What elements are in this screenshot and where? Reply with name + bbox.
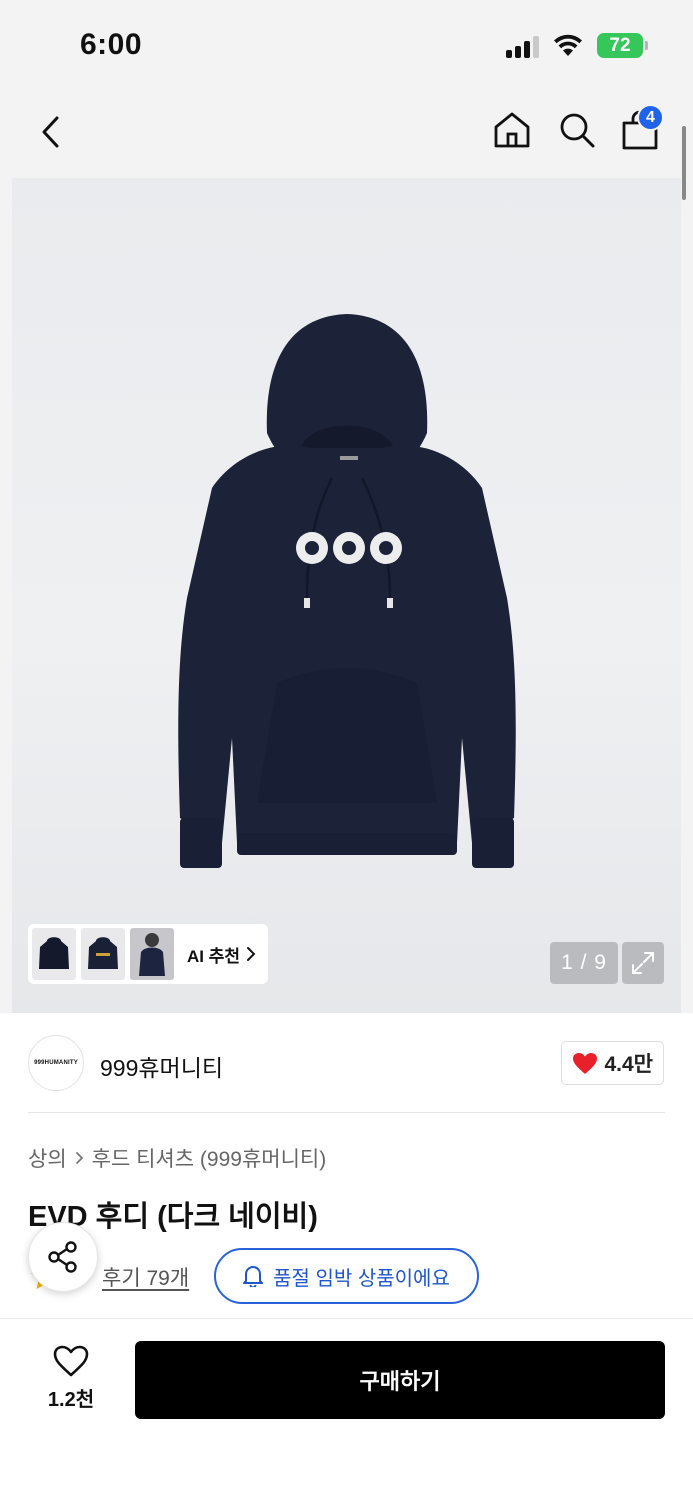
brand-logo-text: 999HUMANITY bbox=[34, 1060, 78, 1066]
brand-like-count: 4.4만 bbox=[604, 1053, 653, 1076]
image-page-counter: 1 / 9 bbox=[550, 942, 618, 984]
top-nav bbox=[0, 90, 693, 176]
model-thumb-icon bbox=[139, 933, 165, 976]
share-icon bbox=[48, 1241, 77, 1273]
bell-icon bbox=[243, 1266, 264, 1287]
buy-button[interactable]: 구매하기 bbox=[135, 1341, 665, 1419]
brand-name[interactable]: 999휴머니티 bbox=[100, 1049, 223, 1083]
home-icon bbox=[494, 112, 530, 148]
brand-logo[interactable]: 999HUMANITY bbox=[28, 1035, 84, 1091]
cart-count-badge: 4 bbox=[637, 104, 664, 131]
ai-recommend-strip[interactable]: AI 추천 bbox=[28, 924, 268, 984]
brand-row[interactable]: 999HUMANITY 999휴머니티 4.4만 bbox=[28, 1035, 666, 1091]
breadcrumb: 상의 후드 티셔츠 (999휴머니티) bbox=[28, 1143, 326, 1173]
hoodie-image bbox=[178, 314, 516, 868]
thumbnail[interactable] bbox=[32, 928, 76, 980]
thumbnail[interactable] bbox=[81, 928, 125, 980]
battery-level: 72 bbox=[609, 34, 631, 56]
breadcrumb-subcategory[interactable]: 후드 티셔츠 (999휴머니티) bbox=[92, 1143, 327, 1173]
scroll-indicator[interactable] bbox=[682, 126, 686, 200]
wishlist-count: 1.2천 bbox=[47, 1389, 95, 1411]
bottom-action-bar: 1.2천 구매하기 bbox=[0, 1318, 693, 1500]
rating-row: 후기 79개 품절 임박 상품이에요 bbox=[28, 1248, 668, 1304]
hoodie-thumb-icon bbox=[39, 937, 69, 969]
home-button[interactable] bbox=[490, 108, 534, 152]
ai-recommend-label: AI 추천 bbox=[187, 946, 241, 966]
restock-alert-label: 품절 임박 상품이에요 bbox=[273, 1267, 450, 1290]
divider bbox=[28, 1112, 665, 1113]
chevron-left-icon bbox=[42, 116, 59, 148]
chevron-right-icon bbox=[247, 947, 256, 961]
heart-outline-icon bbox=[53, 1345, 89, 1377]
breadcrumb-category[interactable]: 상의 bbox=[28, 1143, 67, 1173]
brand-like-button[interactable]: 4.4만 bbox=[561, 1041, 664, 1085]
chevron-right-icon bbox=[75, 1152, 83, 1164]
product-image-gallery[interactable]: AI 추천 1 / 9 bbox=[12, 178, 681, 1013]
search-icon bbox=[560, 113, 595, 148]
search-button[interactable] bbox=[555, 108, 599, 152]
heart-filled-icon bbox=[573, 1052, 598, 1074]
wifi-icon bbox=[554, 34, 582, 56]
thumbnail[interactable] bbox=[130, 928, 174, 980]
battery-indicator: 72 bbox=[597, 33, 648, 58]
share-button[interactable] bbox=[28, 1222, 98, 1292]
ai-recommend-link[interactable]: AI 추천 bbox=[187, 942, 256, 967]
product-info: 999HUMANITY 999휴머니티 4.4만 상의 후드 티셔츠 (999휴… bbox=[0, 1013, 693, 1318]
status-time: 6:00 bbox=[80, 28, 143, 61]
cellular-signal-icon bbox=[506, 36, 542, 58]
hoodie-back-thumb-icon bbox=[88, 937, 118, 969]
status-bar: 6:00 72 bbox=[0, 0, 693, 90]
back-button[interactable] bbox=[30, 110, 70, 154]
wishlist-button[interactable]: 1.2천 bbox=[28, 1345, 114, 1417]
restock-alert-button[interactable]: 품절 임박 상품이에요 bbox=[214, 1248, 479, 1304]
reviews-link[interactable]: 후기 79개 bbox=[102, 1262, 189, 1292]
expand-image-button[interactable] bbox=[622, 942, 664, 984]
expand-icon bbox=[632, 952, 654, 974]
